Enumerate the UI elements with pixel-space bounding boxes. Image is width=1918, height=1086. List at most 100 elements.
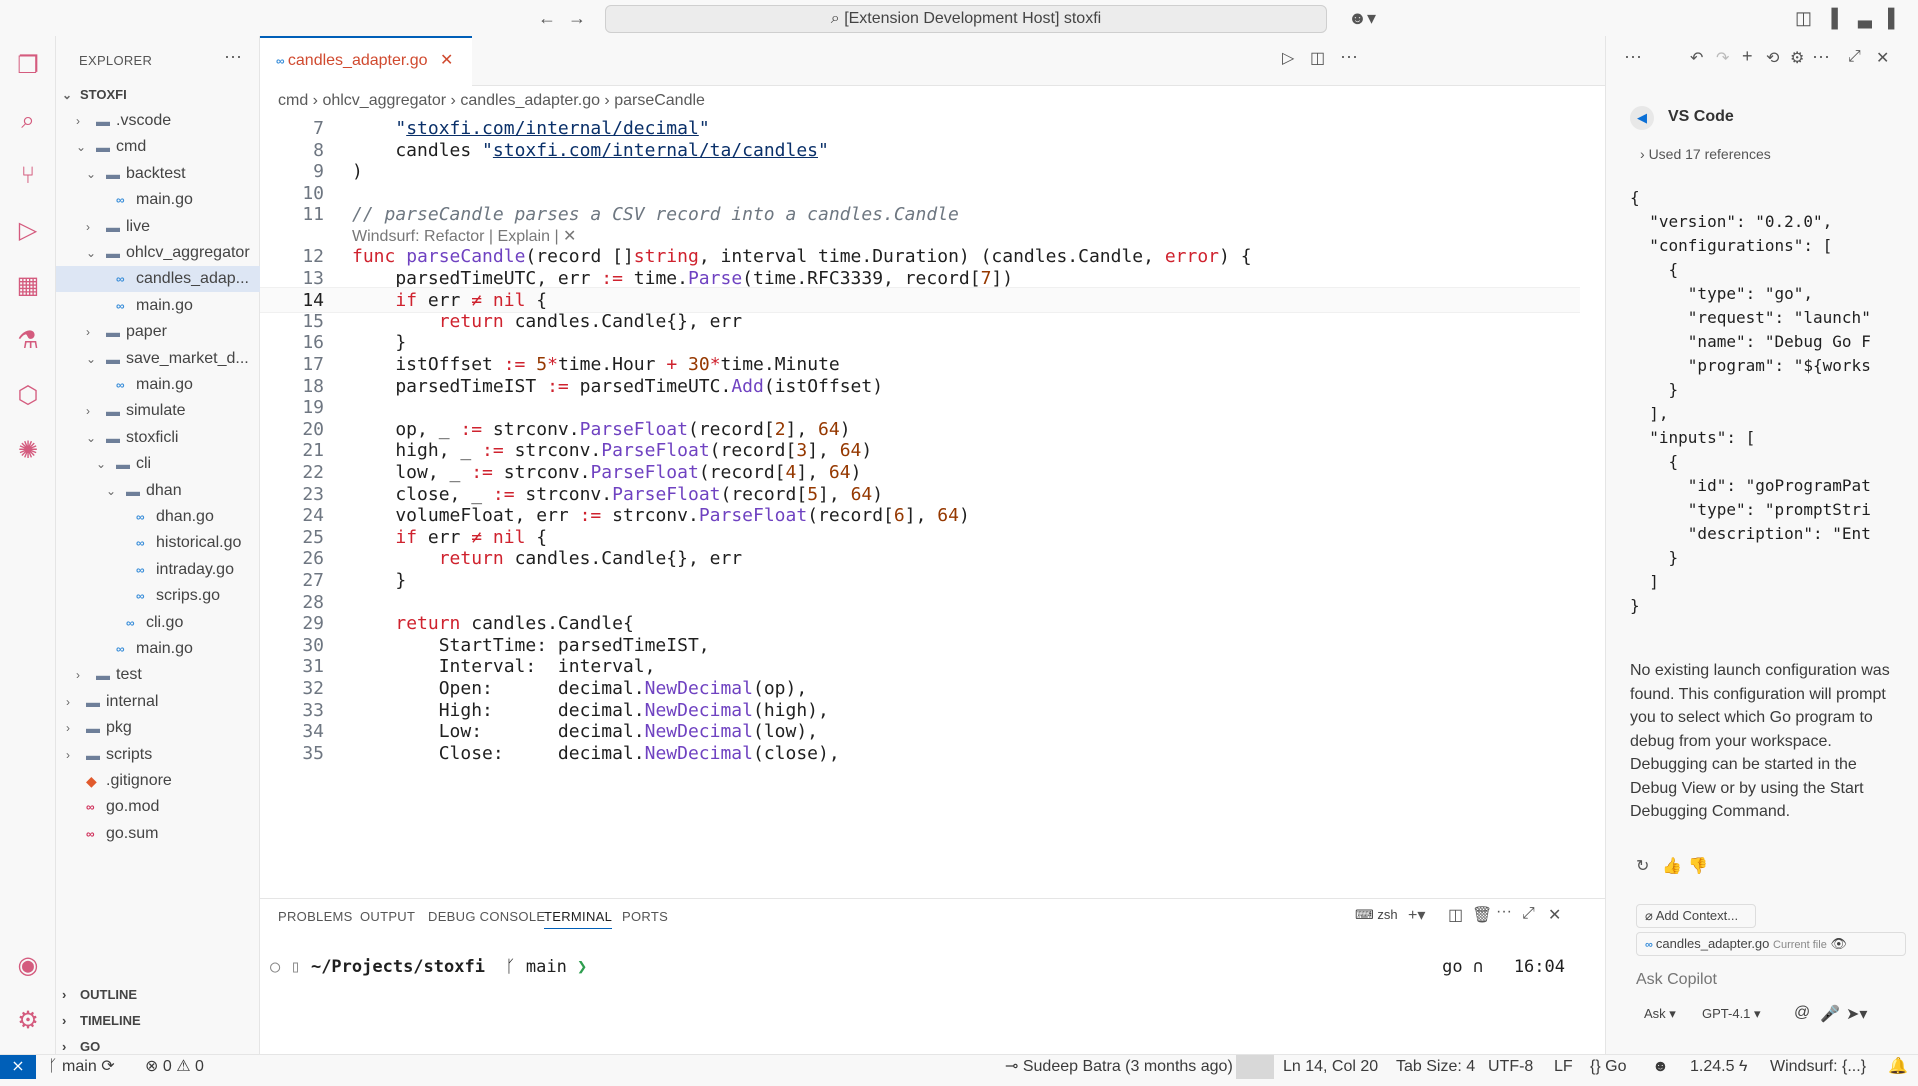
copilot-icon[interactable]: ☻▾: [1348, 8, 1376, 29]
tree-folder[interactable]: › ▬ simulate: [56, 398, 260, 424]
tree-folder[interactable]: › ▬ internal: [56, 689, 260, 715]
language-mode[interactable]: {} Go: [1590, 1055, 1626, 1078]
git-blame[interactable]: ⊸ Sudeep Batra (3 months ago): [1005, 1055, 1233, 1078]
settings-gear-icon[interactable]: ⚙: [13, 1006, 43, 1036]
tree-folder[interactable]: ⌄ ▬ save_market_d...: [56, 346, 260, 372]
references-toggle[interactable]: › Used 17 references: [1640, 146, 1771, 162]
tree-folder[interactable]: › ▬ live: [56, 214, 260, 240]
chat-more-icon[interactable]: ···: [1624, 46, 1642, 67]
trash-icon[interactable]: 🗑: [1472, 905, 1492, 925]
close-icon[interactable]: ✕: [1876, 48, 1889, 68]
problems-indicator[interactable]: ⊗ 0 ⚠ 0: [145, 1055, 204, 1078]
back-arrow-icon[interactable]: ←: [538, 8, 556, 29]
maximize-panel-icon[interactable]: ⤢: [1522, 905, 1535, 923]
terminal-prompt[interactable]: ○ ▯ ~/Projects/stoxfi ᚴ main ❯: [270, 957, 587, 977]
run-icon[interactable]: ▷: [1282, 48, 1294, 68]
new-terminal-icon[interactable]: +▾: [1408, 905, 1425, 925]
package-icon[interactable]: ⬡: [13, 381, 43, 411]
tree-file[interactable]: ◆ .gitignore: [56, 768, 260, 794]
tree-folder[interactable]: › ▬ pkg: [56, 715, 260, 741]
tree-file[interactable]: ∞ main.go: [56, 293, 260, 319]
settings-icon[interactable]: ⚙: [1790, 48, 1804, 68]
end-of-line[interactable]: LF: [1554, 1055, 1573, 1078]
layout-customize-icon[interactable]: ◫: [1795, 8, 1812, 29]
accounts-icon[interactable]: ◉: [13, 951, 43, 981]
send-icon[interactable]: ➤▾: [1846, 1004, 1867, 1024]
more-icon[interactable]: ···: [1812, 46, 1830, 67]
context-file-chip[interactable]: ∞ candles_adapter.go Current file 👁: [1636, 932, 1906, 956]
panel-tab-problems[interactable]: PROBLEMS: [278, 909, 353, 924]
maximize-icon[interactable]: ⤢: [1848, 48, 1861, 66]
tree-file[interactable]: ∞ main.go: [56, 187, 260, 213]
tree-folder[interactable]: ⌄ ▬ cmd: [56, 134, 260, 160]
tree-folder[interactable]: ⌄ ▬ ohlcv_aggregator: [56, 240, 260, 266]
thumbs-down-icon[interactable]: 👎: [1688, 856, 1708, 876]
tree-folder[interactable]: › ▬ .vscode: [56, 108, 260, 134]
model-dropdown[interactable]: GPT-4.1 ▾: [1702, 1006, 1761, 1022]
eye-icon[interactable]: 👁: [1830, 936, 1847, 951]
kubernetes-icon[interactable]: ✺: [13, 436, 43, 466]
tab-size[interactable]: Tab Size: 4: [1396, 1055, 1475, 1078]
breadcrumb-item[interactable]: parseCandle: [614, 92, 705, 109]
tree-folder[interactable]: › ▬ test: [56, 662, 260, 688]
more-actions-icon[interactable]: ···: [224, 46, 242, 67]
branch-indicator[interactable]: ᚴ main ⟳: [48, 1055, 115, 1078]
toggle-sidebar-icon[interactable]: ▐: [1825, 8, 1838, 29]
panel-tab-output[interactable]: OUTPUT: [360, 909, 415, 924]
tree-file[interactable]: ∞ dhan.go: [56, 504, 260, 530]
encoding[interactable]: UTF-8: [1488, 1055, 1533, 1078]
close-panel-icon[interactable]: ✕: [1548, 905, 1561, 925]
close-icon[interactable]: ✕: [440, 52, 453, 69]
tree-file[interactable]: ∞ main.go: [56, 636, 260, 662]
editor-more-icon[interactable]: ···: [1340, 46, 1358, 67]
panel-tab-debug-console[interactable]: DEBUG CONSOLE: [428, 909, 545, 924]
split-terminal-icon[interactable]: ◫: [1448, 905, 1463, 925]
tree-folder[interactable]: ⌄ ▬ dhan: [56, 478, 260, 504]
history-icon[interactable]: ⟲: [1766, 48, 1779, 68]
tree-folder[interactable]: ⌄ ▬ stoxficli: [56, 425, 260, 451]
toggle-panel-icon[interactable]: ▃: [1858, 8, 1872, 29]
tree-file[interactable]: ∞ historical.go: [56, 530, 260, 556]
section-timeline[interactable]: › TIMELINE: [56, 1008, 260, 1034]
workspace-root[interactable]: ⌄ STOXFI: [56, 82, 260, 108]
mention-icon[interactable]: @: [1794, 1004, 1810, 1022]
tree-file[interactable]: ∞ candles_adap...: [56, 266, 260, 293]
undo-icon[interactable]: ↶: [1690, 48, 1703, 68]
tree-file[interactable]: ∞ intraday.go: [56, 557, 260, 583]
run-debug-icon[interactable]: ▷: [13, 216, 43, 246]
search-icon[interactable]: ⌕: [13, 106, 43, 136]
terminal-shell[interactable]: ⌨ zsh: [1355, 907, 1398, 923]
cursor-position[interactable]: Ln 14, Col 20: [1283, 1055, 1378, 1078]
split-editor-icon[interactable]: ◫: [1310, 48, 1325, 68]
chat-input[interactable]: [1636, 966, 1906, 994]
go-version[interactable]: 1.24.5 ϟ: [1690, 1055, 1747, 1078]
copilot-face-icon[interactable]: ☻: [1652, 1055, 1669, 1078]
mode-dropdown[interactable]: Ask ▾: [1644, 1006, 1676, 1022]
tree-file[interactable]: ∞ go.mod: [56, 794, 260, 820]
tree-folder[interactable]: ⌄ ▬ backtest: [56, 161, 260, 187]
command-center[interactable]: ⌕ [Extension Development Host] stoxfi: [605, 5, 1327, 33]
code-editor[interactable]: 7 "stoxfi.com/internal/decimal" 8 candles…: [260, 116, 1605, 898]
panel-tab-terminal[interactable]: TERMINAL: [544, 909, 613, 929]
breadcrumb-item[interactable]: cmd: [278, 92, 308, 109]
remote-indicator-icon[interactable]: ⨯: [0, 1055, 36, 1079]
copilot-status-icon[interactable]: [1236, 1055, 1274, 1079]
source-control-icon[interactable]: ⑂: [13, 161, 43, 191]
tree-file[interactable]: ∞ main.go: [56, 372, 260, 398]
forward-arrow-icon[interactable]: →: [568, 8, 586, 29]
panel-tab-ports[interactable]: PORTS: [622, 909, 668, 924]
explorer-icon[interactable]: ❐: [13, 51, 43, 81]
panel-more-icon[interactable]: ···: [1496, 903, 1512, 921]
codelens[interactable]: Windsurf: Refactor | Explain | ✕: [352, 226, 576, 246]
tree-file[interactable]: ∞ scrips.go: [56, 583, 260, 609]
new-chat-icon[interactable]: +: [1742, 46, 1753, 67]
breadcrumb-item[interactable]: ohlcv_aggregator: [322, 92, 446, 109]
thumbs-up-icon[interactable]: 👍: [1662, 856, 1682, 876]
tree-file[interactable]: ∞ go.sum: [56, 821, 260, 847]
tab-candles-adapter[interactable]: ∞ candles_adapter.go ✕: [260, 36, 472, 86]
tree-folder[interactable]: › ▬ paper: [56, 319, 260, 345]
section-outline[interactable]: › OUTLINE: [56, 982, 260, 1008]
tree-folder[interactable]: › ▬ scripts: [56, 742, 260, 768]
microphone-icon[interactable]: 🎤: [1820, 1004, 1840, 1024]
tree-file[interactable]: ∞ cli.go: [56, 610, 260, 636]
